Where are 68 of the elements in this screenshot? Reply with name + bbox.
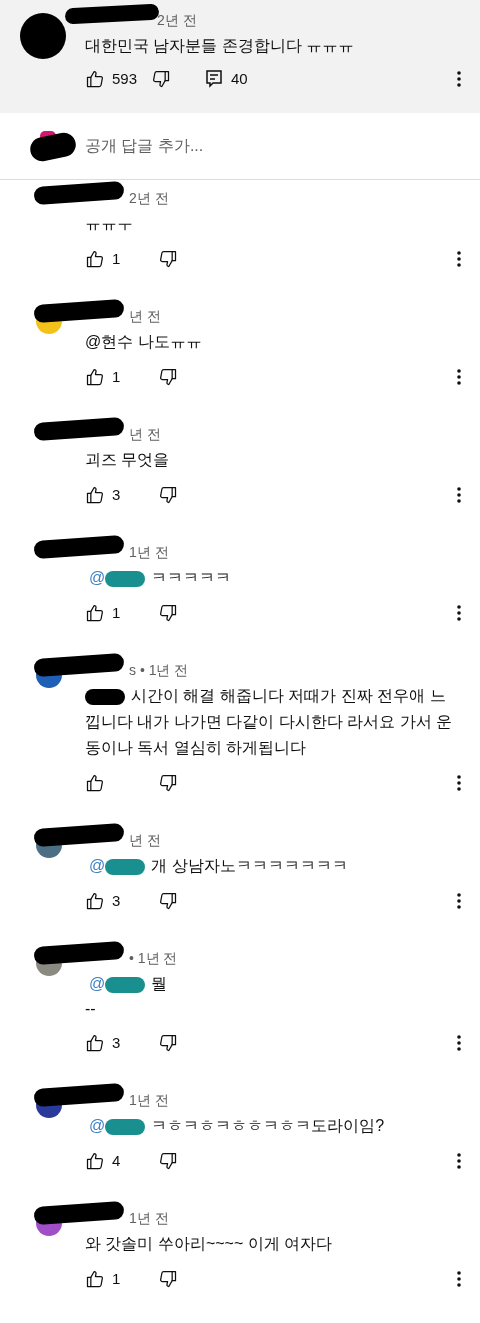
- reply-text: 와 갓솔미 쑤아리~~~~ 이게 여자다: [85, 1235, 333, 1252]
- reply-count: 40: [231, 68, 248, 89]
- dislike-icon[interactable]: [158, 1269, 178, 1289]
- timestamp: 1년 전: [129, 1209, 169, 1228]
- like-icon[interactable]: [85, 367, 105, 387]
- mention-link[interactable]: @: [89, 1117, 106, 1134]
- more-menu-icon[interactable]: [456, 486, 462, 504]
- reply-text: 시간이 해결 해줍니다 저때가 진짜 전우애 느낍니다 내가 나가면 다같이 다시한다 라서요 가서 운동이나 독서 열심히 하게됩니다: [85, 687, 453, 756]
- timestamp: • 1년 전: [129, 949, 178, 968]
- like-icon[interactable]: [85, 603, 105, 623]
- like-icon[interactable]: [85, 1033, 105, 1053]
- mention-link[interactable]: @: [89, 569, 106, 586]
- dislike-icon[interactable]: [158, 367, 178, 387]
- more-menu-icon[interactable]: [456, 774, 462, 792]
- comment-text: 대한민국 남자분들 존경합니다 ㅠㅠㅠ: [85, 36, 356, 56]
- avatar: [20, 13, 66, 59]
- like-count: 1: [112, 248, 121, 269]
- timestamp: 년 전: [129, 425, 161, 444]
- timestamp: 년 전: [129, 307, 161, 326]
- reply-text: @현수 나도ㅠㅠ: [85, 333, 202, 350]
- dislike-icon[interactable]: [158, 773, 178, 793]
- more-menu-icon[interactable]: [456, 70, 462, 88]
- like-icon[interactable]: [85, 249, 105, 269]
- more-menu-icon[interactable]: [456, 892, 462, 910]
- like-icon[interactable]: [85, 1151, 105, 1171]
- more-menu-icon[interactable]: [456, 368, 462, 386]
- like-count: 1: [112, 366, 121, 387]
- reply-text: 뭘: [151, 975, 168, 992]
- like-count: 3: [112, 890, 121, 911]
- timestamp: 1년 전: [129, 543, 169, 562]
- like-count: 1: [112, 602, 121, 623]
- like-icon[interactable]: [85, 891, 105, 911]
- dislike-icon[interactable]: [158, 1151, 178, 1171]
- timestamp: s • 1년 전: [129, 661, 189, 680]
- timestamp: 1년 전: [129, 1091, 169, 1110]
- like-count: 4: [112, 1150, 121, 1171]
- like-icon[interactable]: [85, 773, 105, 793]
- like-icon[interactable]: [85, 69, 105, 89]
- dislike-icon[interactable]: [158, 249, 178, 269]
- dislike-icon[interactable]: [158, 603, 178, 623]
- timestamp: 2년 전: [157, 11, 197, 30]
- timestamp: 년 전: [129, 831, 161, 850]
- reply-input[interactable]: 공개 답글 추가...: [85, 134, 385, 158]
- dislike-icon[interactable]: [158, 485, 178, 505]
- like-count: 3: [112, 1032, 121, 1053]
- reply-text: 괴즈 무엇을: [85, 451, 170, 468]
- reply-icon[interactable]: [205, 69, 224, 89]
- mention-link[interactable]: @: [89, 857, 106, 874]
- reply-text: ㅋㅎㅋㅎㅋㅎㅎㅋㅎㅋ도라이임?: [151, 1117, 385, 1134]
- more-menu-icon[interactable]: [456, 1152, 462, 1170]
- more-menu-icon[interactable]: [456, 604, 462, 622]
- like-count: 3: [112, 484, 121, 505]
- like-count: 593: [112, 68, 138, 89]
- reply-text: ㅋㅋㅋㅋㅋ: [151, 569, 232, 586]
- like-count: 1: [112, 1268, 121, 1289]
- dislike-icon[interactable]: [158, 1033, 178, 1053]
- more-menu-icon[interactable]: [456, 1034, 462, 1052]
- like-icon[interactable]: [85, 1269, 105, 1289]
- reply-text: 개 상남자노ㅋㅋㅋㅋㅋㅋㅋ: [151, 857, 348, 874]
- dislike-icon[interactable]: [158, 891, 178, 911]
- timestamp: 2년 전: [129, 189, 169, 208]
- like-icon[interactable]: [85, 485, 105, 505]
- mention-link[interactable]: @: [89, 975, 106, 992]
- more-menu-icon[interactable]: [456, 250, 462, 268]
- more-menu-icon[interactable]: [456, 1270, 462, 1288]
- reply-text: --: [85, 999, 97, 1019]
- reply-text: ㅠㅠㅜ: [85, 215, 133, 232]
- dislike-icon[interactable]: [151, 69, 172, 89]
